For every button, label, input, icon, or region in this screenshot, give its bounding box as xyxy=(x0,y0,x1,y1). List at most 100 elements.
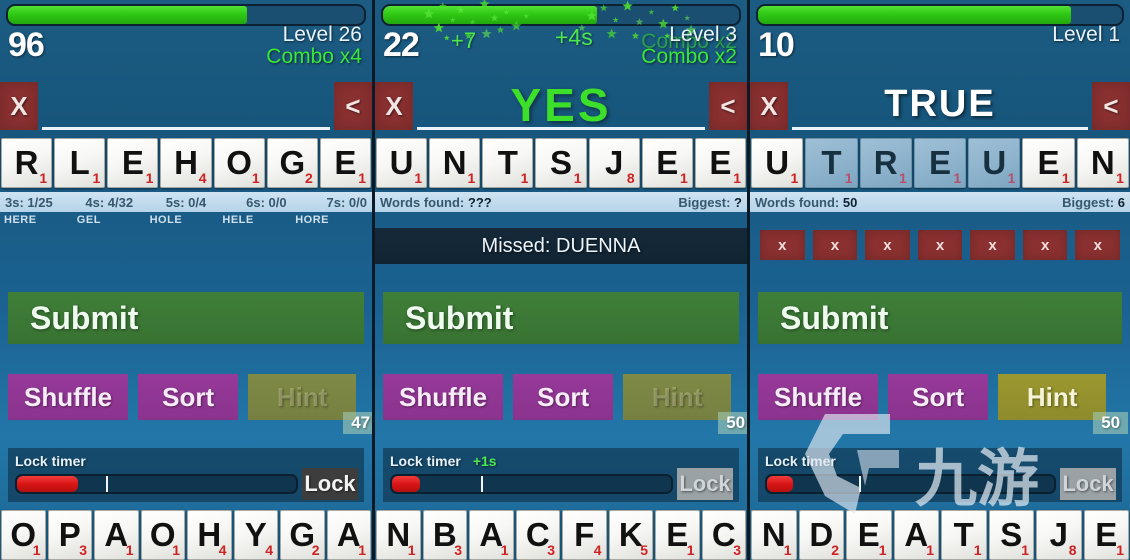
letter-tile[interactable]: B3 xyxy=(422,510,467,560)
letter-tile[interactable]: T1 xyxy=(805,138,858,188)
shuffle-button[interactable]: Shuffle xyxy=(758,374,879,420)
shuffle-button[interactable]: Shuffle xyxy=(383,374,504,420)
letter-tile[interactable]: E1 xyxy=(641,138,693,188)
letter-tile[interactable]: C3 xyxy=(701,510,746,560)
lock-button[interactable]: Lock xyxy=(677,468,733,500)
word-slot-x-button[interactable]: x xyxy=(1075,230,1121,260)
word-slot-x-button[interactable]: x xyxy=(917,230,963,260)
sort-button[interactable]: Sort xyxy=(513,374,614,420)
level-info: Level 26 Combo x4 xyxy=(266,24,362,67)
letter-tile[interactable]: O1 xyxy=(140,510,185,560)
word-entry-field[interactable] xyxy=(42,82,330,130)
tile-letter: T xyxy=(821,143,842,181)
letter-tile[interactable]: H4 xyxy=(187,510,232,560)
letter-tile[interactable]: R1 xyxy=(859,138,912,188)
letter-tile[interactable]: F4 xyxy=(562,510,607,560)
action-button-row: Shuffle Sort Hint 50 xyxy=(383,374,747,434)
word-entry-field[interactable]: TRUE xyxy=(792,82,1088,130)
letter-tile[interactable]: A1 xyxy=(893,510,939,560)
backspace-button[interactable]: < xyxy=(334,82,372,130)
tile-value: 1 xyxy=(973,542,982,558)
letter-tile[interactable]: N1 xyxy=(1076,138,1129,188)
letter-tile[interactable]: T1 xyxy=(941,510,987,560)
letter-tile[interactable]: K5 xyxy=(608,510,653,560)
biggest-word-stat: Biggest: 6 xyxy=(1062,195,1125,210)
lock-button[interactable]: Lock xyxy=(302,468,358,500)
found-word-slots: xxxxxxx xyxy=(750,228,1130,262)
letter-tile[interactable]: D2 xyxy=(798,510,844,560)
clear-button[interactable]: X xyxy=(375,82,413,130)
words-found-value: ??? xyxy=(467,194,492,210)
word-slot-x-button[interactable]: x xyxy=(760,230,805,260)
letter-tile[interactable]: U1 xyxy=(968,138,1021,188)
word-slot-x-button[interactable]: x xyxy=(1022,230,1068,260)
letter-tile[interactable]: O1 xyxy=(1,510,46,560)
letter-tile[interactable]: H4 xyxy=(160,138,212,188)
letter-tile[interactable]: R1 xyxy=(1,138,53,188)
letter-tile[interactable]: E1 xyxy=(655,510,700,560)
letter-tile[interactable]: J8 xyxy=(1036,510,1082,560)
tile-letter: T xyxy=(497,143,518,181)
sort-button[interactable]: Sort xyxy=(888,374,989,420)
letter-tile[interactable]: A1 xyxy=(469,510,514,560)
letter-tile[interactable]: E1 xyxy=(1083,510,1129,560)
word-slot-x-button[interactable]: x xyxy=(970,230,1015,260)
tile-value: 3 xyxy=(79,542,87,558)
letter-tile[interactable]: O1 xyxy=(213,138,265,188)
tile-letter: N xyxy=(442,143,467,181)
letter-tile[interactable]: J8 xyxy=(588,138,640,188)
word-slot-x-button[interactable]: x xyxy=(812,230,858,260)
letter-tile[interactable]: G2 xyxy=(266,138,318,188)
letter-tile[interactable]: E1 xyxy=(846,510,892,560)
hint-button[interactable]: Hint 50 xyxy=(623,374,747,434)
clear-button[interactable]: X xyxy=(750,82,788,130)
letter-tile[interactable]: G2 xyxy=(280,510,325,560)
tile-letter: H xyxy=(197,515,222,553)
tile-value: 1 xyxy=(32,542,41,558)
letter-tile[interactable]: E1 xyxy=(1022,138,1075,188)
letter-tile[interactable]: A1 xyxy=(94,510,139,560)
letter-tile[interactable]: Y4 xyxy=(233,510,278,560)
found-word: HOLE xyxy=(149,214,183,226)
letter-tile[interactable]: L1 xyxy=(54,138,106,188)
letter-tile[interactable]: E1 xyxy=(319,138,371,188)
letter-tile[interactable]: U1 xyxy=(376,138,428,188)
tile-letter: E xyxy=(334,143,357,181)
letter-tile[interactable]: C3 xyxy=(515,510,560,560)
tile-letter: G xyxy=(279,143,306,181)
submit-button[interactable]: Submit xyxy=(383,292,739,344)
tile-letter: K xyxy=(618,515,643,553)
submit-button[interactable]: Submit xyxy=(8,292,364,344)
letter-tile[interactable]: P3 xyxy=(47,510,92,560)
word-slot-x-button[interactable]: x xyxy=(865,230,910,260)
word-entry-field[interactable]: YES xyxy=(417,79,705,131)
stats-length-3: 3s: 1/25 xyxy=(5,194,53,210)
tile-letter: J xyxy=(604,143,624,181)
letter-tile[interactable]: E1 xyxy=(107,138,159,188)
letter-tile[interactable]: A1 xyxy=(326,510,371,560)
letter-tile[interactable]: S1 xyxy=(988,510,1034,560)
letter-tile[interactable]: E1 xyxy=(913,138,967,188)
hint-button[interactable]: Hint 47 xyxy=(248,374,372,434)
letter-tile[interactable]: N1 xyxy=(376,510,421,560)
letter-tile[interactable]: U1 xyxy=(751,138,804,188)
letter-tile[interactable]: N1 xyxy=(429,138,481,188)
tile-value: 1 xyxy=(573,170,582,186)
lock-button[interactable]: Lock xyxy=(1060,468,1116,500)
shuffle-button[interactable]: Shuffle xyxy=(8,374,129,420)
word-entry-text: YES xyxy=(510,78,612,131)
tile-value: 1 xyxy=(899,170,907,186)
backspace-button[interactable]: < xyxy=(709,82,747,130)
letter-tile[interactable]: S1 xyxy=(535,138,587,188)
clear-button[interactable]: X xyxy=(0,82,38,130)
sort-button[interactable]: Sort xyxy=(138,374,239,420)
tile-letter: U xyxy=(765,143,790,181)
backspace-button[interactable]: < xyxy=(1092,82,1130,130)
combo-label: Combo x2 xyxy=(641,45,737,68)
letter-rack-bottom: N1D2E1A1T1S1J8E1 xyxy=(750,510,1130,560)
hint-button[interactable]: Hint 50 xyxy=(998,374,1129,434)
letter-tile[interactable]: E1 xyxy=(694,138,746,188)
letter-tile[interactable]: T1 xyxy=(482,138,534,188)
submit-button[interactable]: Submit xyxy=(758,292,1122,344)
letter-tile[interactable]: N1 xyxy=(751,510,797,560)
